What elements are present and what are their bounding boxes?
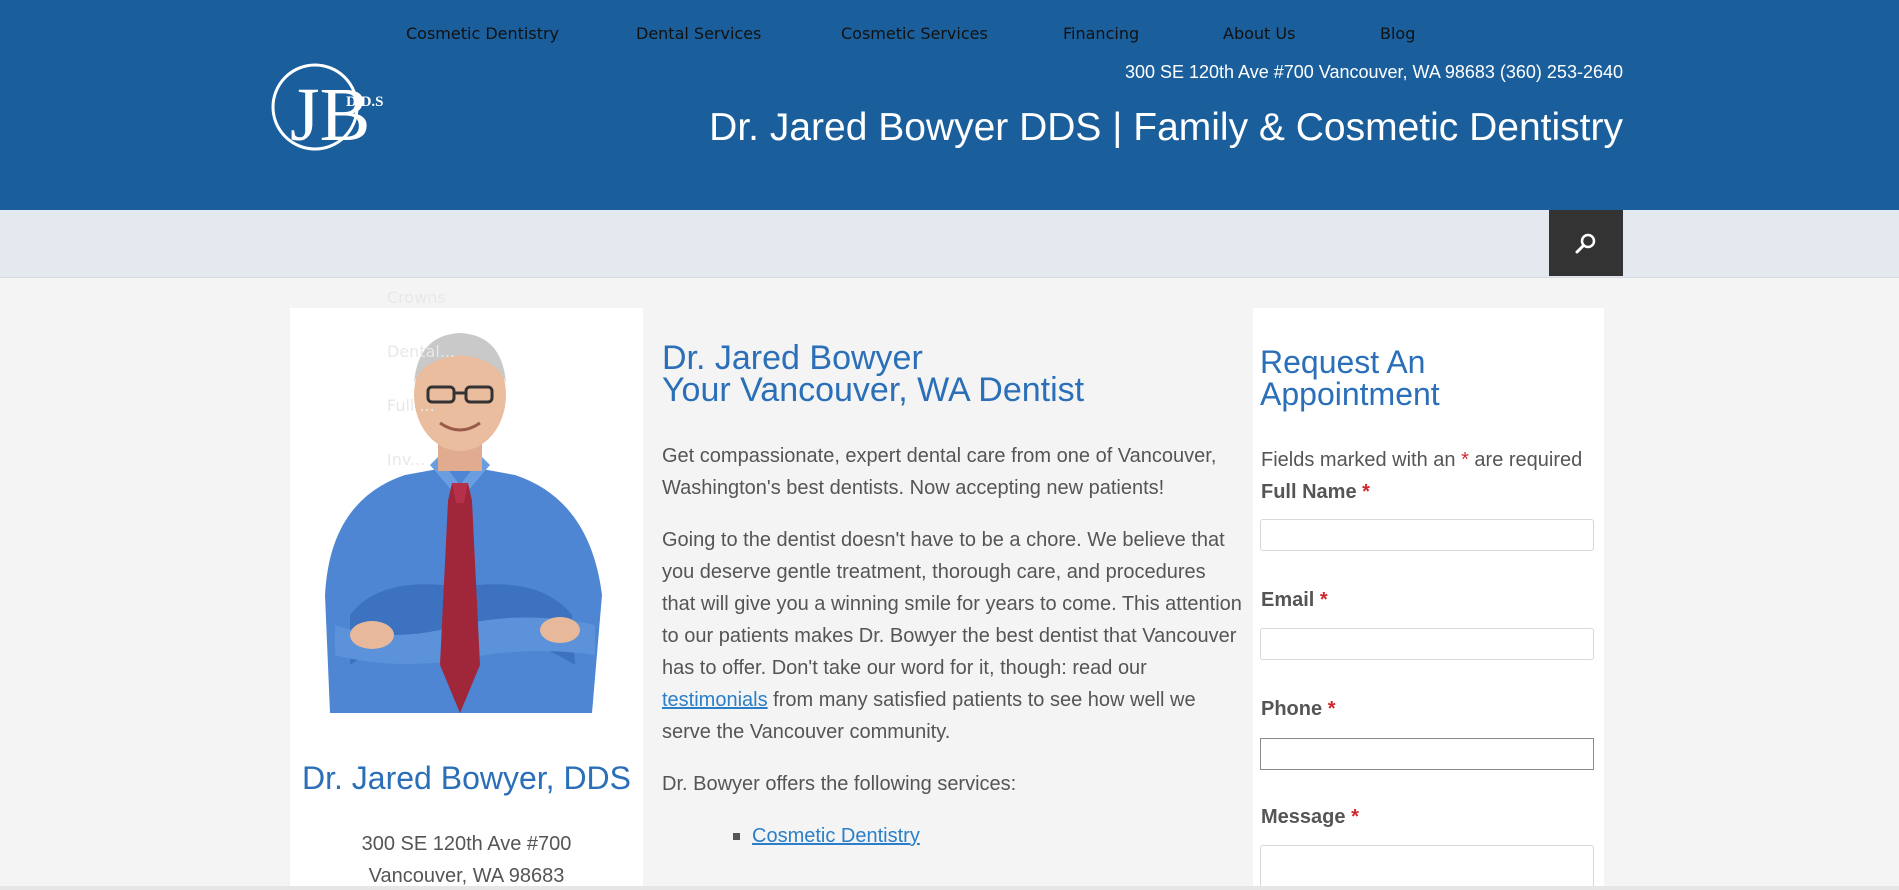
phone-input[interactable]: [1260, 738, 1594, 770]
nav-item-financing[interactable]: Financing: [1063, 0, 1139, 67]
doctor-photo: [325, 333, 602, 713]
form-title-line1: Request An: [1260, 344, 1426, 380]
required-star: *: [1327, 698, 1336, 720]
email-label: Email *: [1261, 589, 1328, 612]
ghost-menu-item: Full ...: [387, 396, 435, 415]
ghost-menu-item: Crowns: [387, 288, 446, 307]
ghost-menu-item: Dental...: [387, 342, 456, 361]
page-heading: Dr. Jared Bowyer Your Vancouver, WA Dent…: [662, 341, 1242, 409]
header-address: 300 SE 120th Ave #700 Vancouver, WA 9868…: [1124, 62, 1623, 82]
list-item: Cosmetic Dentistry: [662, 820, 1242, 852]
nav-item-blog[interactable]: Blog: [1380, 0, 1415, 67]
required-note-prefix: Fields marked with an: [1261, 449, 1462, 471]
email-input[interactable]: [1260, 628, 1594, 660]
phone-label-text: Phone: [1261, 698, 1323, 720]
heading-line2: Your Vancouver, WA Dentist: [662, 371, 1085, 409]
required-star: *: [1351, 806, 1359, 828]
ghost-menu-item: Inv...: [387, 450, 426, 469]
message-label-text: Message: [1261, 806, 1346, 828]
search-icon: [1575, 233, 1596, 254]
service-link-cosmetic-dentistry[interactable]: Cosmetic Dentistry: [752, 825, 920, 847]
required-star: *: [1319, 589, 1328, 611]
site-logo[interactable]: JB D.D.S: [270, 52, 400, 157]
main-content: Dr. Jared Bowyer Your Vancouver, WA Dent…: [662, 341, 1242, 852]
required-star: *: [1362, 481, 1370, 503]
page-bottom-border: [0, 886, 1899, 890]
required-note: Fields marked with an * are required: [1261, 449, 1582, 472]
required-star: *: [1461, 449, 1469, 471]
form-title: Request An Appointment: [1260, 346, 1440, 410]
ghost-submenu: Crowns Dental... Full ... Inv...: [387, 288, 455, 504]
full-name-input[interactable]: [1260, 519, 1594, 551]
site-title[interactable]: Dr. Jared Bowyer DDS | Family & Cosmetic…: [709, 106, 1623, 150]
testimonials-link[interactable]: testimonials: [662, 689, 768, 711]
message-label: Message *: [1261, 806, 1359, 829]
nav-item-dental-services[interactable]: Dental Services: [636, 0, 761, 67]
logo-letters: JB: [290, 73, 370, 157]
services-intro: Dr. Bowyer offers the following services…: [662, 773, 1017, 795]
nav-item-cosmetic-services[interactable]: Cosmetic Services: [841, 0, 988, 67]
email-label-text: Email: [1261, 589, 1315, 611]
intro-paragraph: Get compassionate, expert dental care fr…: [662, 445, 1217, 499]
profile-name: Dr. Jared Bowyer, DDS: [302, 760, 631, 796]
phone-label: Phone *: [1261, 698, 1335, 721]
required-note-suffix: are required: [1468, 449, 1583, 471]
bullet-icon: [733, 833, 740, 840]
logo-suffix: D.D.S: [346, 94, 384, 110]
full-name-label-text: Full Name: [1261, 481, 1357, 503]
profile-address-line1: 300 SE 120th Ave #700: [361, 833, 572, 855]
profile-address-line2: Vancouver, WA 98683: [368, 865, 565, 887]
nav-item-about-us[interactable]: About Us: [1223, 0, 1295, 67]
full-name-label: Full Name *: [1261, 481, 1370, 504]
message-textarea[interactable]: [1260, 845, 1594, 890]
about-paragraph: Going to the dentist doesn't have to be …: [662, 524, 1242, 748]
search-button[interactable]: [1549, 210, 1623, 276]
nav-item-cosmetic-dentistry[interactable]: Cosmetic Dentistry: [406, 0, 559, 67]
about-text-before: Going to the dentist doesn't have to be …: [662, 529, 1242, 679]
services-list: Cosmetic Dentistry: [662, 820, 1242, 852]
form-title-line2: Appointment: [1260, 376, 1440, 412]
